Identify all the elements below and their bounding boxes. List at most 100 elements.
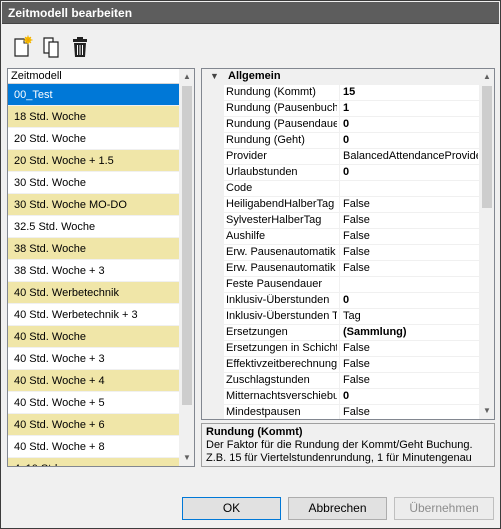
- cancel-button[interactable]: Abbrechen: [288, 497, 387, 520]
- column-divider[interactable]: [339, 165, 340, 181]
- property-row[interactable]: Zuschlagstunden False: [224, 373, 479, 389]
- list-item[interactable]: 4x10 Std.: [8, 458, 179, 466]
- column-divider[interactable]: [339, 181, 340, 197]
- column-divider[interactable]: [339, 389, 340, 405]
- property-value[interactable]: False: [343, 246, 478, 258]
- property-value[interactable]: 0: [343, 390, 478, 402]
- list-scrollbar[interactable]: ▲ ▼: [179, 69, 194, 466]
- property-row[interactable]: Urlaubstunden 0: [224, 165, 479, 181]
- scroll-up-icon[interactable]: ▲: [479, 69, 494, 85]
- scroll-down-icon[interactable]: ▼: [479, 403, 494, 419]
- property-row[interactable]: Inklusiv-Überstunden 0: [224, 293, 479, 309]
- list-item[interactable]: 00_Test: [8, 84, 179, 106]
- column-divider[interactable]: [339, 373, 340, 389]
- scroll-thumb[interactable]: [182, 86, 192, 405]
- property-value[interactable]: 0: [343, 134, 478, 146]
- column-divider[interactable]: [339, 117, 340, 133]
- column-divider[interactable]: [339, 405, 340, 419]
- property-value[interactable]: Tag: [343, 310, 478, 322]
- dialog-window: Zeitmodell bearbeiten Zeitmodell 00_Test…: [0, 0, 501, 529]
- list-item[interactable]: 30 Std. Woche MO-DO: [8, 194, 179, 216]
- property-row[interactable]: Effektivzeitberechnung False: [224, 357, 479, 373]
- list-item[interactable]: 40 Std. Werbetechnik: [8, 282, 179, 304]
- column-divider[interactable]: [339, 261, 340, 277]
- list-item[interactable]: 40 Std. Woche + 6: [8, 414, 179, 436]
- property-row[interactable]: Rundung (Pausenbuchung) 1: [224, 101, 479, 117]
- property-row[interactable]: Aushilfe False: [224, 229, 479, 245]
- list-item[interactable]: 40 Std. Woche + 8: [8, 436, 179, 458]
- property-row[interactable]: Rundung (Pausendauer) 0: [224, 117, 479, 133]
- column-divider[interactable]: [339, 245, 340, 261]
- property-row[interactable]: Mindestpausen False: [224, 405, 479, 419]
- grid-gutter: [202, 85, 224, 419]
- property-value[interactable]: False: [343, 358, 478, 370]
- column-divider[interactable]: [339, 277, 340, 293]
- property-row[interactable]: Rundung (Geht) 0: [224, 133, 479, 149]
- property-row[interactable]: Erw. Pausenautomatik II False: [224, 261, 479, 277]
- column-divider[interactable]: [339, 309, 340, 325]
- scroll-up-icon[interactable]: ▲: [179, 69, 194, 85]
- property-value[interactable]: False: [343, 406, 478, 418]
- property-row[interactable]: Inklusiv-Überstunden Typ Tag: [224, 309, 479, 325]
- property-value[interactable]: False: [343, 262, 478, 274]
- property-row[interactable]: Ersetzungen (Sammlung): [224, 325, 479, 341]
- list-item[interactable]: 20 Std. Woche + 1.5: [8, 150, 179, 172]
- property-row[interactable]: Erw. Pausenautomatik I False: [224, 245, 479, 261]
- property-row[interactable]: Feste Pausendauer: [224, 277, 479, 293]
- property-row[interactable]: Code: [224, 181, 479, 197]
- property-value[interactable]: False: [343, 198, 478, 210]
- property-row[interactable]: Provider BalancedAttendanceProvider: [224, 149, 479, 165]
- property-value[interactable]: False: [343, 342, 478, 354]
- column-divider[interactable]: [339, 149, 340, 165]
- property-value[interactable]: 15: [343, 86, 478, 98]
- property-row[interactable]: Ersetzungen in Schichten False: [224, 341, 479, 357]
- property-row[interactable]: Rundung (Kommt) 15: [224, 85, 479, 101]
- category-row[interactable]: ▼ Allgemein: [202, 69, 479, 85]
- column-divider[interactable]: [339, 197, 340, 213]
- list-header[interactable]: Zeitmodell: [8, 69, 179, 84]
- column-divider[interactable]: [339, 325, 340, 341]
- scroll-thumb[interactable]: [482, 86, 492, 208]
- apply-button[interactable]: Übernehmen: [394, 497, 494, 520]
- title-bar[interactable]: Zeitmodell bearbeiten: [2, 2, 499, 24]
- new-icon[interactable]: [11, 35, 33, 59]
- property-value[interactable]: (Sammlung): [343, 326, 478, 338]
- ok-button[interactable]: OK: [182, 497, 281, 520]
- list-item[interactable]: 30 Std. Woche: [8, 172, 179, 194]
- property-name: Effektivzeitberechnung: [226, 358, 337, 370]
- column-divider[interactable]: [339, 229, 340, 245]
- column-divider[interactable]: [339, 293, 340, 309]
- column-divider[interactable]: [339, 213, 340, 229]
- column-divider[interactable]: [339, 341, 340, 357]
- list-item[interactable]: 20 Std. Woche: [8, 128, 179, 150]
- list-item[interactable]: 40 Std. Woche + 4: [8, 370, 179, 392]
- property-value[interactable]: 0: [343, 118, 478, 130]
- list-item[interactable]: 18 Std. Woche: [8, 106, 179, 128]
- column-divider[interactable]: [339, 101, 340, 117]
- collapse-icon[interactable]: ▼: [210, 71, 219, 81]
- property-value[interactable]: False: [343, 214, 478, 226]
- property-value[interactable]: 0: [343, 294, 478, 306]
- property-value[interactable]: 1: [343, 102, 478, 114]
- property-value[interactable]: 0: [343, 166, 478, 178]
- property-row[interactable]: HeiligabendHalberTag False: [224, 197, 479, 213]
- property-value[interactable]: BalancedAttendanceProvider: [343, 150, 478, 162]
- column-divider[interactable]: [339, 85, 340, 101]
- column-divider[interactable]: [339, 133, 340, 149]
- list-item[interactable]: 40 Std. Woche: [8, 326, 179, 348]
- property-value[interactable]: False: [343, 374, 478, 386]
- column-divider[interactable]: [339, 357, 340, 373]
- property-row[interactable]: SylvesterHalberTag False: [224, 213, 479, 229]
- list-item[interactable]: 40 Std. Woche + 5: [8, 392, 179, 414]
- list-item[interactable]: 32.5 Std. Woche: [8, 216, 179, 238]
- list-item[interactable]: 40 Std. Woche + 3: [8, 348, 179, 370]
- list-item[interactable]: 38 Std. Woche + 3: [8, 260, 179, 282]
- list-item[interactable]: 38 Std. Woche: [8, 238, 179, 260]
- grid-scrollbar[interactable]: ▲ ▼: [479, 69, 494, 419]
- property-row[interactable]: Mitternachtsverschiebung 0: [224, 389, 479, 405]
- list-item[interactable]: 40 Std. Werbetechnik + 3: [8, 304, 179, 326]
- copy-icon[interactable]: [41, 35, 63, 59]
- scroll-down-icon[interactable]: ▼: [179, 450, 194, 466]
- property-value[interactable]: False: [343, 230, 478, 242]
- delete-icon[interactable]: [69, 35, 91, 59]
